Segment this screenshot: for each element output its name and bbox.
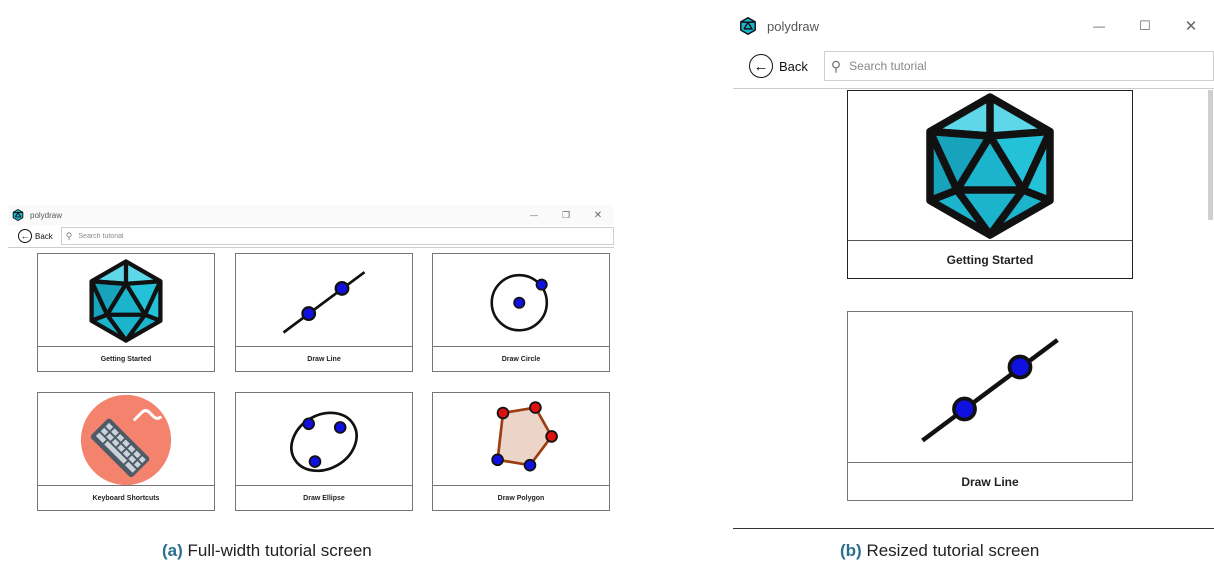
window-controls: — ❐ ✕ [518,210,614,221]
caption-a-text: Full-width tutorial screen [187,541,372,560]
caption-a: (a) Full-width tutorial screen [162,541,372,561]
nav-bar: ← Back ⚲ [733,44,1214,89]
search-icon: ⚲ [65,230,73,241]
tutorial-card[interactable]: Getting Started [37,253,215,372]
app-icon [12,209,24,221]
app-icon [739,17,757,35]
tutorial-card[interactable]: Keyboard Shortcuts [37,392,215,511]
tutorial-label: Draw Line [236,346,412,371]
caption-b-text: Resized tutorial screen [866,541,1040,560]
search-box[interactable]: ⚲ [823,51,1214,81]
title-bar: polydraw — ☐ ✕ [733,8,1214,44]
back-button[interactable]: ← Back [749,54,808,78]
line-icon [274,256,374,346]
title-bar: polydraw — ❐ ✕ [8,205,614,225]
close-button[interactable]: ✕ [582,210,614,221]
tutorial-label: Draw Ellipse [236,485,412,510]
search-icon: ⚲ [830,57,842,74]
back-arrow-icon: ← [18,229,32,243]
tutorial-card[interactable]: Draw Ellipse [235,392,413,511]
search-input[interactable] [76,231,613,241]
keyboard-icon [77,393,175,486]
icosahedron-icon [915,91,1065,241]
back-label: Back [779,58,808,74]
window-controls: — ☐ ✕ [1076,17,1214,35]
tutorial-label: Draw Polygon [433,485,609,510]
tutorial-label: Draw Line [848,462,1132,500]
tutorial-card[interactable]: Draw Circle [432,253,610,372]
tutorial-label: Getting Started [38,346,214,371]
caption-b: (b) Resized tutorial screen [840,541,1039,561]
tutorial-label: Getting Started [848,240,1132,278]
app-title: polydraw [30,210,63,220]
tutorial-card[interactable]: Getting Started [847,90,1133,279]
scrollbar[interactable] [1208,90,1213,220]
restore-button[interactable]: ❐ [550,210,582,221]
back-button[interactable]: ← Back [18,229,53,243]
caption-b-tag: (b) [840,541,862,560]
maximize-button[interactable]: ☐ [1122,17,1168,35]
window-full-width: polydraw — ❐ ✕ ← Back ⚲ Getting Started … [8,205,614,515]
circle-icon [478,258,564,344]
ellipse-icon [279,395,369,485]
back-arrow-icon: ← [749,54,773,78]
tutorial-card[interactable]: Draw Line [847,311,1133,501]
minimize-button[interactable]: — [1076,17,1122,35]
caption-a-tag: (a) [162,541,183,560]
icosahedron-icon [83,258,169,344]
line-icon [905,313,1075,463]
polygon-icon [476,395,566,485]
tutorial-label: Keyboard Shortcuts [38,485,214,510]
window-resized: polydraw — ☐ ✕ ← Back ⚲ Getting Started … [733,8,1214,529]
nav-bar: ← Back ⚲ [8,225,614,248]
app-title: polydraw [767,18,820,34]
tutorial-label: Draw Circle [433,346,609,371]
minimize-button[interactable]: — [518,210,550,221]
back-label: Back [35,231,53,241]
tutorial-card[interactable]: Draw Line [235,253,413,372]
search-input[interactable] [847,58,1213,74]
tutorial-card[interactable]: Draw Polygon [432,392,610,511]
search-box[interactable]: ⚲ [60,227,614,245]
close-button[interactable]: ✕ [1168,17,1214,35]
